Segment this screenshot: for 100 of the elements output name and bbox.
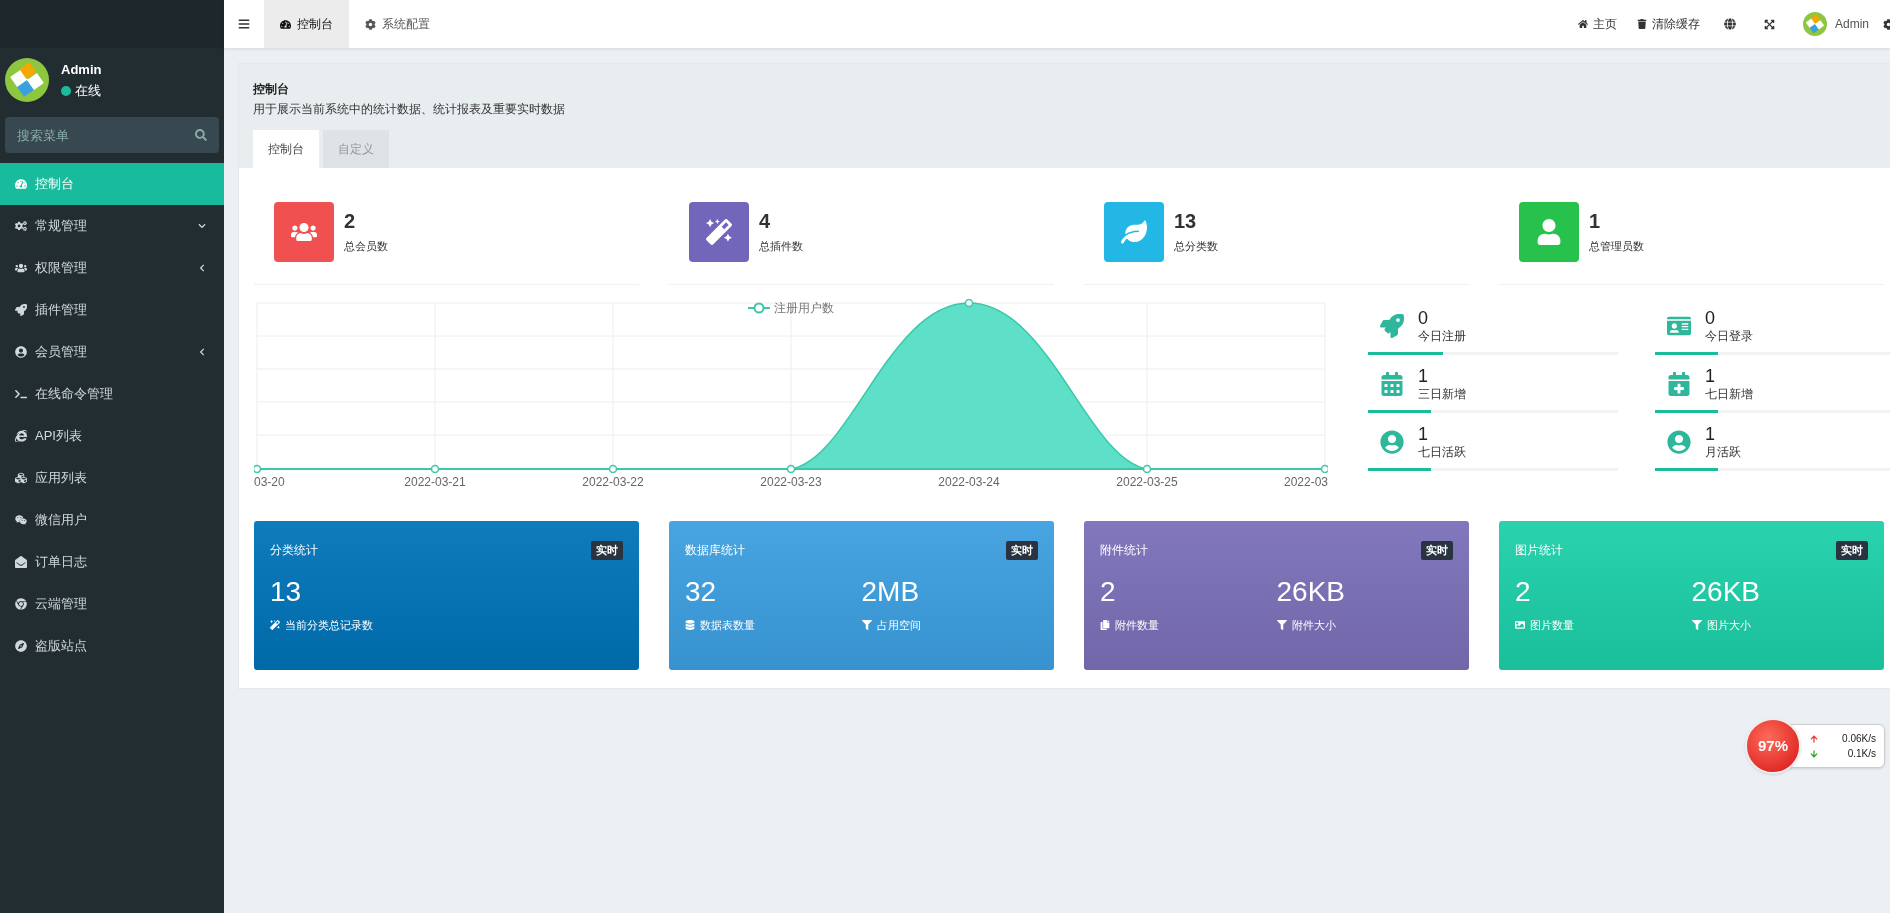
axis-label: 2022-03-23	[760, 474, 822, 489]
card-value: 13	[270, 574, 303, 609]
card-title: 附件统计	[1100, 542, 1148, 560]
legend-marker-icon	[748, 302, 770, 314]
axis-label: 2022-03-24	[938, 474, 1000, 489]
data-point	[786, 464, 796, 473]
card-value: 32	[685, 574, 718, 609]
upload-speed: 0.06K/s	[1842, 732, 1876, 746]
user-icon	[1536, 219, 1562, 245]
gear-icon	[365, 18, 376, 30]
search-icon	[195, 129, 207, 141]
trash-icon	[1637, 19, 1647, 29]
gears-icon	[15, 220, 27, 232]
menu-item[interactable]: 云端管理	[0, 583, 224, 625]
copy-icon	[1100, 619, 1110, 630]
realtime-badge: 实时	[1006, 541, 1038, 560]
download-speed: 0.1K/s	[1847, 747, 1876, 761]
menu-item[interactable]: 插件管理	[0, 289, 224, 331]
magic-wand-icon	[706, 219, 732, 245]
mini-stat-label: 七日活跃	[1418, 445, 1466, 461]
database-icon	[685, 619, 695, 630]
avatar-logo	[1803, 12, 1827, 36]
filter-icon	[861, 619, 872, 630]
rocket-icon	[1380, 313, 1404, 338]
upload-arrow-icon	[1810, 734, 1818, 743]
mini-stat-label: 今日注册	[1418, 329, 1466, 345]
search-field[interactable]: 搜索菜单	[5, 117, 219, 153]
user-menu[interactable]: Admin	[1789, 0, 1883, 48]
mini-stat-value: 1	[1705, 422, 1716, 446]
home-icon	[1578, 19, 1588, 29]
card-value: 26KB	[1691, 574, 1761, 609]
card-value: 26KB	[1276, 574, 1346, 609]
magic-wand-icon	[270, 619, 280, 630]
realtime-badge: 实时	[1421, 541, 1453, 560]
stat-label: 总管理员数	[1589, 239, 1644, 255]
menu-item[interactable]: 应用列表	[0, 457, 224, 499]
download-arrow-icon	[1810, 749, 1818, 758]
stat-value: 4	[759, 209, 772, 235]
top-tab[interactable]: 控制台	[264, 0, 349, 48]
calendar-plus-icon	[1667, 371, 1691, 396]
panel-tab[interactable]: 控制台	[253, 130, 319, 168]
card-label: 数据表数量	[700, 617, 755, 633]
data-point	[608, 464, 618, 473]
menu-item[interactable]: 盗版站点	[0, 625, 224, 667]
data-point	[1142, 464, 1152, 473]
mini-stat-label: 月活跃	[1705, 445, 1741, 461]
card-label: 当前分类总记录数	[285, 617, 373, 633]
stat-value: 2	[344, 209, 357, 235]
e-letter-icon	[15, 430, 27, 442]
mini-stat-value: 1	[1705, 364, 1716, 388]
card-label: 占用空间	[876, 617, 921, 633]
menu-item[interactable]: 微信用户	[0, 499, 224, 541]
user-name: Admin	[61, 60, 102, 79]
mini-stat-value: 0	[1705, 306, 1716, 330]
menu-item[interactable]: 订单日志	[0, 541, 224, 583]
data-point	[254, 464, 262, 473]
menu-item[interactable]: 会员管理	[0, 331, 224, 373]
stat-value: 13	[1174, 209, 1198, 235]
mini-stat-label: 七日新增	[1705, 387, 1753, 403]
data-point	[1320, 464, 1328, 473]
mini-stat-value: 0	[1418, 306, 1429, 330]
data-point	[964, 299, 974, 308]
mini-stat-value: 1	[1418, 364, 1429, 388]
card-label: 图片大小	[1706, 617, 1751, 633]
globe-icon	[1724, 18, 1736, 30]
card-title: 分类统计	[270, 542, 318, 560]
card-title: 图片统计	[1515, 542, 1563, 560]
card-label: 附件数量	[1115, 617, 1159, 633]
card-label: 图片数量	[1530, 617, 1574, 633]
dashboard-icon	[280, 18, 291, 30]
legend-label: 注册用户数	[774, 300, 834, 317]
mini-stat-value: 1	[1418, 422, 1429, 446]
users-icon	[15, 262, 27, 274]
stat-value: 1	[1589, 209, 1602, 235]
menu-item[interactable]: 在线命令管理	[0, 373, 224, 415]
card-value: 2MB	[861, 574, 921, 609]
mini-stat-label: 今日登录	[1705, 329, 1753, 345]
stat-label: 总分类数	[1174, 239, 1218, 255]
menu-item[interactable]: API列表	[0, 415, 224, 457]
compass-icon	[15, 640, 27, 652]
dashboard-icon	[15, 178, 27, 190]
panel-title: 控制台	[253, 81, 290, 98]
mini-stat-label: 三日新增	[1418, 387, 1466, 403]
axis-label: 2022-03-21	[404, 474, 466, 489]
card-value: 2	[1100, 574, 1117, 609]
top-action-link[interactable]: 清除缓存	[1627, 0, 1710, 48]
card-label: 附件大小	[1291, 617, 1336, 633]
filter-icon	[1276, 619, 1287, 630]
menu-item[interactable]: 常规管理	[0, 205, 224, 247]
top-action-link[interactable]: 主页	[1568, 0, 1627, 48]
top-tab[interactable]: 系统配置	[349, 0, 446, 48]
image-icon	[1515, 619, 1525, 630]
terminal-icon	[15, 388, 27, 400]
filter-icon	[1691, 619, 1702, 630]
menu-item[interactable]: 权限管理	[0, 247, 224, 289]
calendar-icon	[1380, 371, 1404, 396]
card-title: 数据库统计	[685, 542, 745, 560]
stat-label: 总会员数	[344, 239, 388, 255]
rocket-icon	[15, 304, 27, 316]
leaf-icon	[1121, 219, 1147, 245]
